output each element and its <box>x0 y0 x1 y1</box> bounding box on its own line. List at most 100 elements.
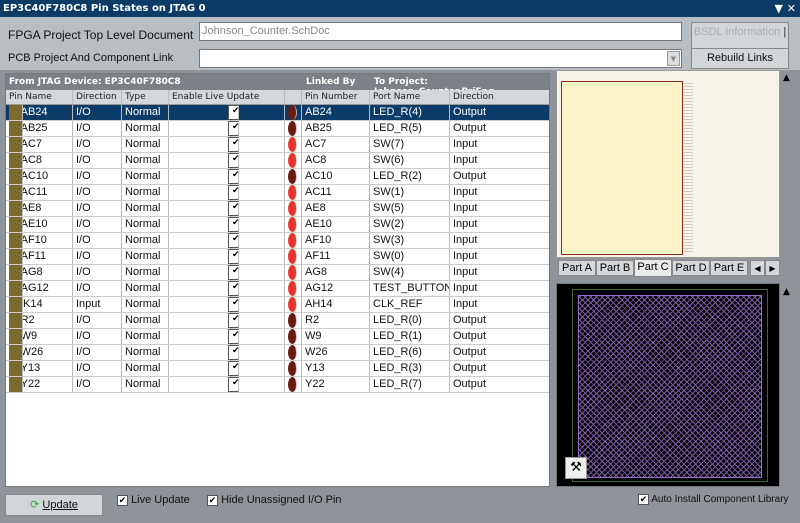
live-update-checkbox[interactable]: ✔ <box>228 361 239 376</box>
table-row[interactable]: +IOAC8I/O Normal ✔ AC8 SW(6) Input <box>6 153 549 169</box>
table-row[interactable]: +IOAG8I/O Normal ✔ AG8 SW(4) Input <box>6 265 549 281</box>
tab-part-b[interactable]: Part B <box>596 260 634 276</box>
hide-unassigned-checkbox[interactable]: ✔ Hide Unassigned I/O Pin <box>207 494 342 506</box>
rebuild-links-button[interactable]: Rebuild Links <box>691 48 789 69</box>
table-row[interactable]: +IOAC11I/O Normal ✔ AC11 SW(1) Input <box>6 185 549 201</box>
table-cell: LED_R(3) <box>370 361 450 376</box>
live-update-checkbox[interactable]: ✔ <box>228 169 239 184</box>
table-row[interactable]: +IOAG12I/O Normal ✔ AG12 TEST_BUTTONInput <box>6 281 549 297</box>
column-header[interactable]: Type <box>122 90 169 104</box>
pin-icon <box>9 361 23 376</box>
hammer-tool-icon[interactable]: ⚒ <box>565 457 587 479</box>
scroll-right-icon[interactable]: ▶ <box>765 260 780 276</box>
scroll-up-icon[interactable]: ▲ <box>783 287 790 297</box>
live-update-checkbox[interactable]: ✔ <box>228 137 239 152</box>
table-cell: Output <box>450 329 549 344</box>
component-pins <box>683 83 693 253</box>
direction: I/O <box>76 314 91 326</box>
live-update-checkbox[interactable]: ✔ Live Update <box>117 494 190 506</box>
table-row[interactable]: +IOW9I/O Normal ✔ W9 LED_R(1) Output <box>6 329 549 345</box>
table-row[interactable]: +IOAB25I/O Normal ✔ AB25 LED_R(5) Output <box>6 121 549 137</box>
window-controls[interactable]: ▼ ✕ <box>774 0 796 17</box>
table-row[interactable]: +IOAB24I/O Normal ✔ AB24 LED_R(4) Output <box>6 105 549 121</box>
column-header[interactable]: Direction <box>450 90 549 104</box>
pin-number: AH14 <box>305 298 333 310</box>
column-header[interactable]: Pin Name <box>6 90 73 104</box>
port-name: LED_R(3) <box>373 362 422 374</box>
column-header[interactable]: Port Name <box>370 90 450 104</box>
live-update-checkbox[interactable]: ✔ <box>228 185 239 200</box>
table-cell: Normal <box>122 265 169 280</box>
tab-part-d[interactable]: Part D <box>672 260 710 276</box>
port-name: LED_R(5) <box>373 122 422 134</box>
pin-number: AF11 <box>305 250 331 262</box>
port-direction: Input <box>453 138 478 150</box>
live-update-label: Live Update <box>131 494 190 506</box>
table-row[interactable]: +IOAF11I/O Normal ✔ AF11 SW(0) Input <box>6 249 549 265</box>
fpga-document-field[interactable]: Johnson_Counter.SchDoc <box>199 22 682 41</box>
live-update-checkbox[interactable]: ✔ <box>228 297 239 312</box>
live-update-checkbox[interactable]: ✔ <box>228 345 239 360</box>
live-update-checkbox[interactable]: ✔ <box>228 105 239 120</box>
port-direction: Input <box>453 234 478 246</box>
pcb-link-dropdown[interactable] <box>199 49 682 68</box>
fpga-package-view[interactable]: ⚒ <box>556 283 780 487</box>
schematic-preview[interactable] <box>556 70 780 258</box>
table-row[interactable]: +CLK14InputNormal✔AH14CLK_REFInput <box>6 297 549 313</box>
table-row[interactable]: +IOAE8I/O Normal ✔ AE8 SW(5) Input <box>6 201 549 217</box>
live-update-checkbox[interactable]: ✔ <box>228 121 239 136</box>
column-header[interactable] <box>285 90 302 104</box>
table-cell: LED_R(0) <box>370 313 450 328</box>
direction: I/O <box>76 282 91 294</box>
live-update-checkbox[interactable]: ✔ <box>228 265 239 280</box>
table-row[interactable]: +IOAC7I/O Normal ✔ AC7 SW(7) Input <box>6 137 549 153</box>
table-row[interactable]: +IOY13I/O Normal ✔ Y13 LED_R(3) Output <box>6 361 549 377</box>
table-cell: Normal <box>122 297 169 312</box>
pin-icon <box>9 233 23 248</box>
port-direction: Input <box>453 186 478 198</box>
table-cell: Normal <box>122 105 169 120</box>
table-row[interactable]: +IOW26I/O Normal ✔ W26 LED_R(6) Output <box>6 345 549 361</box>
table-row[interactable]: +IOY22I/O Normal ✔ Y22 LED_R(7) Output <box>6 377 549 393</box>
tab-part-e[interactable]: Part E <box>710 260 748 276</box>
live-update-checkbox[interactable]: ✔ <box>228 249 239 264</box>
table-cell: LED_R(1) <box>370 329 450 344</box>
auto-install-checkbox[interactable]: ✔ Auto Install Component Library <box>638 494 789 505</box>
table-cell: +IOAC7 <box>6 137 73 152</box>
column-header[interactable]: Enable Live Update <box>169 90 285 104</box>
table-cell: AB25 <box>302 121 370 136</box>
ball-grid <box>578 295 762 478</box>
scroll-up-icon[interactable]: ▲ <box>783 73 790 83</box>
tab-part-a[interactable]: Part A <box>558 260 596 276</box>
table-cell: Output <box>450 169 549 184</box>
table-cell <box>285 233 302 248</box>
live-update-checkbox[interactable]: ✔ <box>228 217 239 232</box>
update-button[interactable]: ⟳ Update <box>5 494 103 516</box>
live-update-checkbox[interactable]: ✔ <box>228 281 239 296</box>
table-cell: Output <box>450 105 549 120</box>
table-cell: ✔ <box>169 169 285 184</box>
live-update-checkbox[interactable]: ✔ <box>228 377 239 392</box>
port-name: SW(5) <box>373 202 405 214</box>
pin-icon <box>9 121 23 136</box>
table-cell: SW(0) <box>370 249 450 264</box>
group-linked: Linked By <box>306 77 356 87</box>
column-header[interactable]: Direction <box>73 90 122 104</box>
chevron-down-icon[interactable]: ▼ <box>667 51 680 66</box>
column-header[interactable]: Pin Number <box>302 90 370 104</box>
live-update-checkbox[interactable]: ✔ <box>228 233 239 248</box>
table-cell: AC11 <box>302 185 370 200</box>
table-row[interactable]: +IOAF10I/O Normal ✔ AF10 SW(3) Input <box>6 233 549 249</box>
table-row[interactable]: +IOAC10I/O Normal ✔ AC10 LED_R(2) Output <box>6 169 549 185</box>
live-update-checkbox[interactable]: ✔ <box>228 201 239 216</box>
live-update-checkbox[interactable]: ✔ <box>228 313 239 328</box>
table-cell <box>285 313 302 328</box>
table-row[interactable]: +IOAE10I/O Normal ✔ AE10 SW(2) Input <box>6 217 549 233</box>
pin-icon <box>9 201 23 216</box>
table-row[interactable]: +IOR2I/O Normal ✔ R2 LED_R(0) Output <box>6 313 549 329</box>
live-update-checkbox[interactable]: ✔ <box>228 153 239 168</box>
live-update-checkbox[interactable]: ✔ <box>228 329 239 344</box>
table-cell: W9 <box>302 329 370 344</box>
scroll-left-icon[interactable]: ◀ <box>750 260 765 276</box>
tab-part-c[interactable]: Part C <box>634 259 672 277</box>
